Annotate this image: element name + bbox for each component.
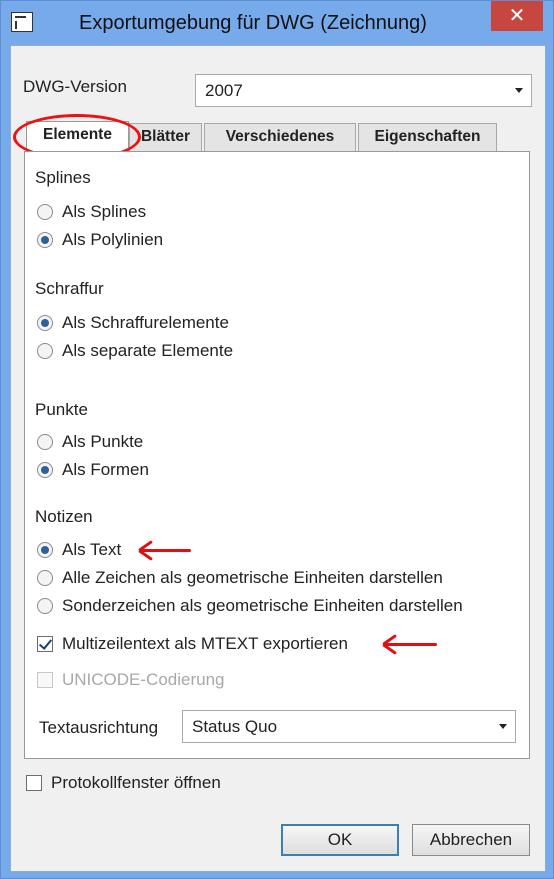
- textausrichtung-select[interactable]: Status Quo: [182, 710, 516, 743]
- punkte-heading: Punkte: [35, 400, 88, 419]
- radio-label-als-schraffurelemente[interactable]: Als Schraffurelemente: [62, 313, 229, 333]
- dwg-version-value: 2007: [205, 81, 243, 100]
- tab-verschiedenes[interactable]: Verschiedenes: [204, 123, 356, 151]
- annotation-arrow-als-text: [138, 540, 191, 562]
- cancel-button[interactable]: Abbrechen: [412, 824, 530, 856]
- multizeilentext-checkbox[interactable]: [37, 636, 53, 652]
- radio-label-als-punkte[interactable]: Als Punkte: [62, 432, 143, 452]
- notizen-heading: Notizen: [35, 507, 93, 526]
- protokollfenster-label[interactable]: Protokollfenster öffnen: [51, 773, 221, 793]
- radio-label-als-splines[interactable]: Als Splines: [62, 202, 146, 222]
- unicode-label: UNICODE-Codierung: [62, 670, 225, 689]
- annotation-arrow-mtext: [382, 634, 437, 656]
- protokollfenster-checkbox[interactable]: [26, 775, 42, 791]
- dwg-version-select[interactable]: 2007: [195, 74, 532, 107]
- dwg-version-label: DWG-Version: [23, 77, 127, 96]
- chevron-down-icon: [499, 724, 507, 729]
- radio-als-formen[interactable]: [37, 462, 53, 478]
- tab-panel-elemente: Splines Als Splines Als Polylinien Schra…: [24, 151, 530, 759]
- chevron-down-icon: [515, 88, 523, 93]
- radio-als-text[interactable]: [37, 542, 53, 558]
- schraffur-heading: Schraffur: [35, 279, 104, 298]
- dwg-export-icon: [11, 12, 33, 32]
- radio-als-punkte[interactable]: [37, 434, 53, 450]
- dialog-body: DWG-Version 2007 Elemente Blätter Versch…: [10, 45, 546, 872]
- textausrichtung-value: Status Quo: [192, 717, 278, 736]
- radio-label-alle-zeichen-geometrisch[interactable]: Alle Zeichen als geometrische Einheiten …: [62, 568, 443, 588]
- tab-eigenschaften[interactable]: Eigenschaften: [358, 123, 497, 151]
- window-title: Exportumgebung für DWG (Zeichnung): [79, 12, 427, 34]
- textausrichtung-label: Textausrichtung: [39, 718, 159, 737]
- radio-label-als-separate-elemente[interactable]: Als separate Elemente: [62, 341, 233, 361]
- radio-label-als-polylinien[interactable]: Als Polylinien: [62, 230, 163, 250]
- radio-label-sonderzeichen-geometrisch[interactable]: Sonderzeichen als geometrische Einheiten…: [62, 596, 463, 616]
- radio-als-schraffurelemente[interactable]: [37, 315, 53, 331]
- unicode-checkbox[interactable]: [37, 672, 53, 688]
- radio-alle-zeichen-geometrisch[interactable]: [37, 570, 53, 586]
- multizeilentext-label[interactable]: Multizeilentext als MTEXT exportieren: [62, 634, 348, 654]
- dialog-window: Exportumgebung für DWG (Zeichnung) ✕ DWG…: [0, 0, 554, 879]
- title-bar[interactable]: Exportumgebung für DWG (Zeichnung) ✕: [1, 1, 553, 45]
- radio-als-polylinien[interactable]: [37, 232, 53, 248]
- radio-sonderzeichen-geometrisch[interactable]: [37, 598, 53, 614]
- radio-als-splines[interactable]: [37, 204, 53, 220]
- close-button[interactable]: ✕: [491, 1, 543, 31]
- splines-heading: Splines: [35, 168, 91, 187]
- radio-label-als-formen[interactable]: Als Formen: [62, 460, 149, 480]
- ok-button[interactable]: OK: [281, 824, 399, 856]
- radio-label-als-text[interactable]: Als Text: [62, 540, 121, 560]
- radio-als-separate-elemente[interactable]: [37, 343, 53, 359]
